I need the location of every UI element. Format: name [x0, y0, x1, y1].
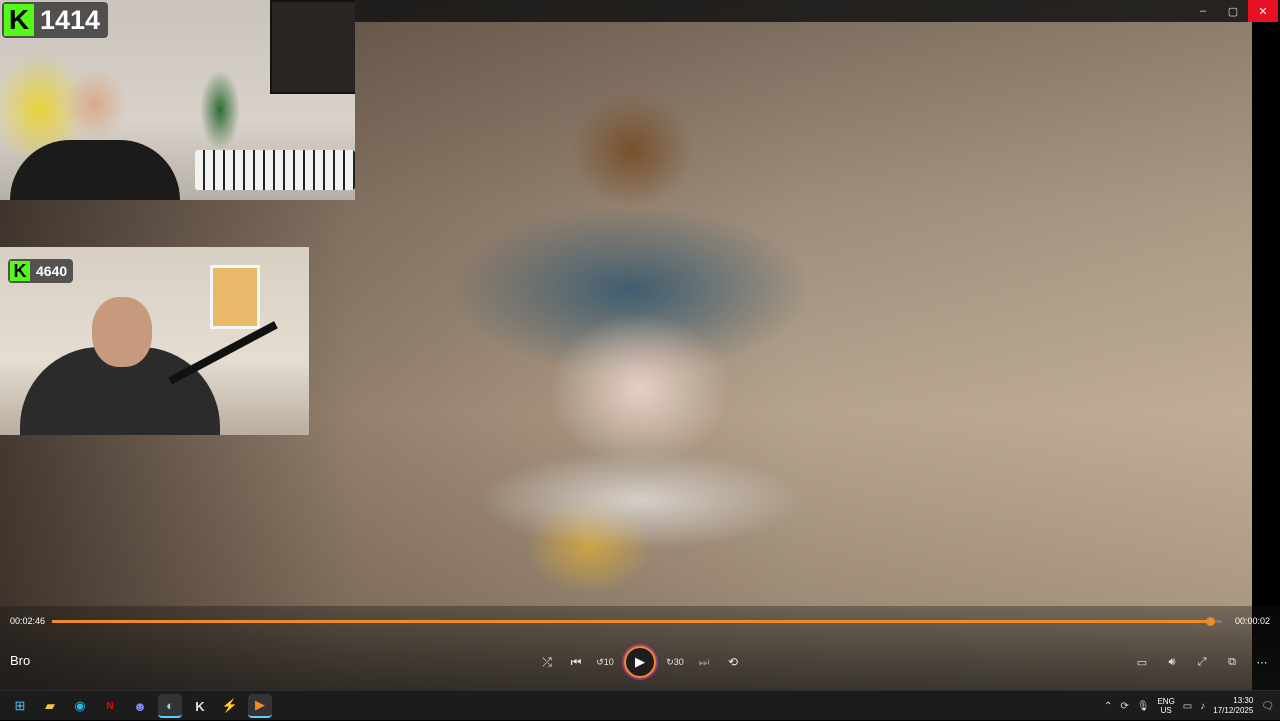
microphone-arm — [168, 321, 278, 385]
miniplayer-icon[interactable]: ⧉ — [1222, 650, 1242, 674]
maximize-button[interactable]: ▢ — [1218, 0, 1248, 22]
keyboard-synth — [195, 150, 355, 190]
edge-icon[interactable]: ◉ — [68, 694, 92, 718]
clock-time: 13:30 — [1233, 696, 1254, 705]
wall-picture — [210, 265, 260, 329]
wall-frame — [270, 0, 355, 94]
winamp-icon[interactable]: ⚡ — [218, 694, 242, 718]
play-button[interactable]: ▶ — [624, 646, 656, 678]
chevron-up-icon[interactable]: ⌃ — [1104, 701, 1112, 712]
seek-bar[interactable] — [52, 617, 1222, 626]
taskbar-apps: ⊞ ▰ ◉ N ☻ ◐ K ⚡ ▶ — [8, 694, 272, 718]
language-code: ENG — [1157, 697, 1175, 706]
discord-icon[interactable]: ☻ — [128, 694, 152, 718]
netflix-icon[interactable]: N — [98, 694, 122, 718]
kick-logo-icon: K — [4, 4, 34, 36]
rewind-10-icon[interactable]: ↺ 10 — [595, 650, 615, 674]
fullscreen-icon[interactable]: ⤢ — [1192, 650, 1212, 674]
clock[interactable]: 13:30 17/12/2025 — [1213, 696, 1253, 716]
secondary-controls: ▭ 🔊︎ ⤢ ⧉ ⋯ — [1132, 650, 1272, 674]
network-icon[interactable]: ▭ — [1183, 701, 1192, 712]
windows-start-icon[interactable]: ⊞ — [8, 694, 32, 718]
media-player-icon[interactable]: ▶ — [248, 694, 272, 718]
windows-taskbar: ⊞ ▰ ◉ N ☻ ◐ K ⚡ ▶ ⌃ ⟳ 🎙︎ ENG US ▭ ♪ 13:3… — [0, 690, 1280, 720]
viewer-count-badge-2: K 4640 — [8, 259, 74, 283]
streamer-face — [92, 297, 152, 367]
rewind-label: 10 — [603, 657, 614, 667]
media-title: Bro — [10, 653, 31, 668]
next-icon[interactable]: ⏭ — [694, 650, 714, 674]
more-options-icon[interactable]: ⋯ — [1252, 650, 1272, 674]
remaining-time: 00:00:02 — [1234, 616, 1270, 626]
clock-date: 17/12/2025 — [1213, 706, 1254, 715]
sync-icon[interactable]: ⟳ — [1120, 701, 1128, 712]
forward-30-icon[interactable]: ↻ 30 — [665, 650, 685, 674]
steam-icon[interactable]: ◐ — [158, 694, 182, 718]
minimize-button[interactable]: – — [1188, 0, 1218, 22]
streamer-body — [10, 140, 180, 200]
viewer-count-2: 4640 — [36, 263, 68, 279]
viewer-count-1: 1414 — [40, 4, 101, 35]
viewer-count-badge-1: K 1414 — [2, 2, 109, 38]
repeat-off-icon[interactable]: ⟲ — [723, 650, 743, 674]
previous-icon[interactable]: ⏮ — [566, 650, 586, 674]
language-indicator[interactable]: ENG US — [1157, 697, 1174, 715]
kick-icon[interactable]: K — [188, 694, 212, 718]
forward-label: 30 — [673, 657, 684, 667]
shuffle-icon[interactable]: ⤮ — [537, 650, 557, 674]
volume-icon[interactable]: 🔊︎ — [1162, 650, 1182, 674]
elapsed-time: 00:02:46 — [10, 616, 46, 626]
play-icon: ▶ — [635, 654, 645, 669]
region-code: US — [1160, 706, 1172, 715]
close-button[interactable]: ✕ — [1248, 0, 1278, 22]
notifications-icon[interactable]: 🗨︎ — [1261, 701, 1274, 712]
volume-icon[interactable]: ♪ — [1200, 701, 1205, 712]
player-controls: 00:02:46 00:00:02 Bro ⤮ ⏮ ↺ 10 ▶ ↻ 30 ⏭ ⟲ … — [0, 606, 1280, 690]
system-tray: ⌃ ⟳ 🎙︎ ENG US ▭ ♪ 13:30 17/12/2025 🗨︎ — [1104, 691, 1274, 721]
captions-icon[interactable]: ▭ — [1132, 650, 1152, 674]
file-explorer-icon[interactable]: ▰ — [38, 694, 62, 718]
seek-progress — [52, 620, 1210, 623]
media-player-window: – ▢ ✕ K 1414 K 4640 00:02:46 00:00:02 Br… — [0, 0, 1280, 690]
transport-controls: ⤮ ⏮ ↺ 10 ▶ ↻ 30 ⏭ ⟲ — [537, 646, 743, 678]
kick-logo-icon: K — [10, 261, 30, 281]
seek-thumb[interactable] — [1205, 617, 1215, 626]
microphone-icon[interactable]: 🎙︎ — [1137, 701, 1150, 712]
